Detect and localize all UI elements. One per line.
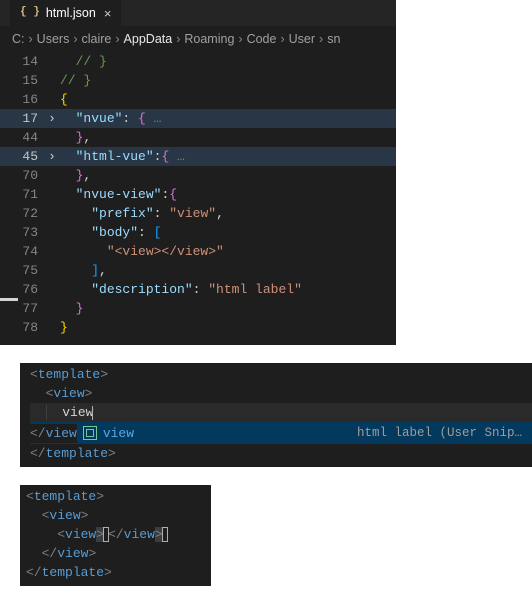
breadcrumb-segment[interactable]: sn	[327, 32, 340, 46]
code-line[interactable]: 75 ],	[0, 261, 396, 280]
chevron-right-icon: ›	[176, 32, 180, 46]
code-line[interactable]: </template>	[20, 444, 532, 463]
code-line-inserted[interactable]: <view></view>	[20, 525, 211, 544]
chevron-right-icon: ›	[238, 32, 242, 46]
chevron-right-icon: ›	[115, 32, 119, 46]
code-line[interactable]: 76 "description": "html label"	[0, 280, 396, 299]
breadcrumb-segment[interactable]: AppData	[124, 32, 173, 46]
code-text: }	[60, 301, 83, 316]
code-text: "body": [	[60, 225, 161, 240]
line-number: 77	[0, 301, 44, 316]
code-text: </view	[30, 424, 77, 443]
editor-panel-json: { } html.json × C:›Users›claire›AppData›…	[0, 0, 396, 345]
code-text: "nvue-view":{	[60, 187, 177, 202]
line-number: 14	[0, 54, 44, 69]
code-line[interactable]: </template>	[20, 563, 211, 582]
line-number: 74	[0, 244, 44, 259]
code-text: }	[60, 320, 68, 335]
code-line[interactable]: 16 {	[0, 90, 396, 109]
breadcrumb-segment[interactable]: Code	[247, 32, 277, 46]
typed-text: view	[62, 405, 93, 420]
code-text: "html-vue":{ …	[60, 149, 185, 164]
json-file-icon: { }	[20, 6, 40, 18]
line-number: 70	[0, 168, 44, 183]
fold-toggle-icon[interactable]: ›	[44, 150, 60, 163]
suggestion-label[interactable]: view	[103, 426, 144, 441]
editor-panel-result: <template> <view> <view></view> </view><…	[20, 485, 211, 586]
code-line[interactable]: 77 }	[0, 299, 396, 318]
line-number: 73	[0, 225, 44, 240]
line-number: 16	[0, 92, 44, 107]
text-cursor	[92, 406, 93, 420]
code-line[interactable]: <template>	[20, 487, 211, 506]
code-line[interactable]: 15 // }	[0, 71, 396, 90]
snippet-icon	[83, 426, 97, 440]
tab-bar: { } html.json ×	[0, 0, 396, 26]
breadcrumb-segment[interactable]: User	[289, 32, 315, 46]
fold-toggle-icon[interactable]: ›	[44, 112, 60, 125]
line-number: 76	[0, 282, 44, 297]
suggestion-hint: html label (User Snip…	[351, 422, 532, 444]
breadcrumbs[interactable]: C:›Users›claire›AppData›Roaming›Code›Use…	[0, 26, 396, 52]
chevron-right-icon: ›	[73, 32, 77, 46]
code-text: },	[60, 168, 91, 183]
code-line[interactable]: 71 "nvue-view":{	[0, 185, 396, 204]
code-area[interactable]: 14 // }15// }16{17› "nvue": { …44 },45› …	[0, 52, 396, 345]
editor-tab[interactable]: { } html.json ×	[10, 0, 121, 26]
line-number: 75	[0, 263, 44, 278]
code-text: // }	[60, 73, 91, 88]
code-line[interactable]: </view>	[20, 544, 211, 563]
code-text: {	[60, 92, 68, 107]
breadcrumb-segment[interactable]: Users	[37, 32, 70, 46]
code-line[interactable]: 14 // }	[0, 52, 396, 71]
close-icon[interactable]: ×	[102, 7, 114, 20]
line-number: 45	[0, 149, 44, 164]
code-text: },	[60, 130, 91, 145]
text-cursor	[162, 527, 168, 542]
code-line[interactable]: 17› "nvue": { …	[0, 109, 396, 128]
code-line[interactable]: <view>	[20, 506, 211, 525]
code-line[interactable]: <template>	[20, 365, 532, 384]
line-number: 72	[0, 206, 44, 221]
autocomplete-popup: </view view html label (User Snip…	[30, 422, 532, 444]
code-text: "nvue": { …	[60, 111, 161, 126]
code-line[interactable]: 45› "html-vue":{ …	[0, 147, 396, 166]
tab-title: html.json	[46, 6, 96, 20]
breadcrumb-segment[interactable]: Roaming	[184, 32, 234, 46]
line-number: 78	[0, 320, 44, 335]
code-line[interactable]: 70 },	[0, 166, 396, 185]
code-line-active[interactable]: view	[20, 403, 532, 422]
code-text: "<view></view>"	[60, 244, 224, 259]
line-number: 17	[0, 111, 44, 126]
editor-panel-autocomplete: <template> <view> view </view view html la…	[20, 363, 532, 467]
code-text: // }	[60, 54, 107, 69]
code-line[interactable]: 74 "<view></view>"	[0, 242, 396, 261]
breadcrumb-segment[interactable]: C:	[12, 32, 25, 46]
code-line[interactable]: 44 },	[0, 128, 396, 147]
code-text: "description": "html label"	[60, 282, 302, 297]
chevron-right-icon: ›	[319, 32, 323, 46]
code-line[interactable]: <view>	[20, 384, 532, 403]
line-number: 44	[0, 130, 44, 145]
chevron-right-icon: ›	[280, 32, 284, 46]
code-text: ],	[60, 263, 107, 278]
line-number: 71	[0, 187, 44, 202]
code-text: "prefix": "view",	[60, 206, 224, 221]
code-line[interactable]: 73 "body": [	[0, 223, 396, 242]
line-number: 15	[0, 73, 44, 88]
chevron-right-icon: ›	[29, 32, 33, 46]
code-line[interactable]: 72 "prefix": "view",	[0, 204, 396, 223]
breadcrumb-segment[interactable]: claire	[82, 32, 112, 46]
code-line[interactable]: 78}	[0, 318, 396, 337]
